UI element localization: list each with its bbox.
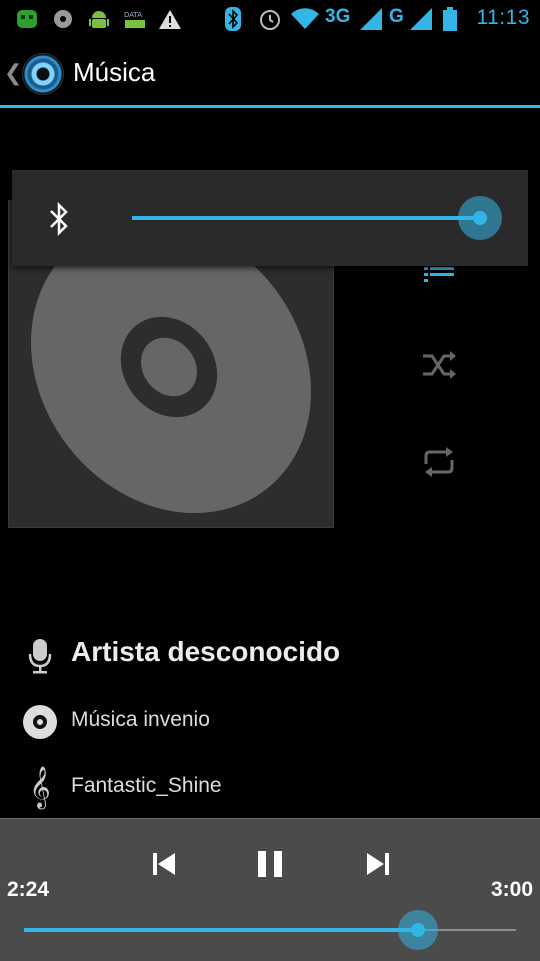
android-debug-icon: [88, 8, 110, 30]
playback-panel: 2:24 3:00: [0, 818, 540, 961]
data-icon: DATA: [122, 8, 148, 30]
track-title: Fantastic_Shine: [71, 774, 222, 797]
seek-bar-thumb[interactable]: [410, 923, 425, 937]
status-bar: DATA 3G G 11:13: [0, 0, 540, 38]
battery-icon: [442, 7, 458, 31]
network-type-2: G: [389, 6, 404, 27]
treble-clef-icon: 𝄞: [29, 767, 51, 808]
action-bar: ❮ Música: [0, 38, 540, 106]
artist-row: Artista desconocido: [0, 630, 540, 678]
volume-slider-thumb[interactable]: [473, 211, 487, 225]
album-row: Música invenio: [0, 696, 540, 744]
volume-panel: [12, 170, 528, 266]
page-title: Música: [73, 57, 156, 87]
wifi-icon: [290, 8, 320, 30]
elapsed-time: 2:24: [7, 878, 50, 901]
signal-icon: [410, 8, 434, 30]
clock: 11:13: [476, 6, 530, 29]
queue-icon[interactable]: [422, 265, 456, 285]
previous-icon[interactable]: [144, 847, 184, 881]
network-type-1: 3G: [325, 6, 351, 27]
pause-icon[interactable]: [250, 847, 290, 881]
repeat-icon[interactable]: [420, 444, 458, 485]
volume-slider-track[interactable]: [132, 216, 486, 220]
android-icon: [14, 8, 40, 30]
title-row: 𝄞 Fantastic_Shine: [0, 762, 540, 810]
seek-bar-progress: [24, 928, 418, 932]
bluetooth-icon: [48, 201, 70, 241]
settings-icon: [52, 8, 74, 30]
disc-icon: [22, 704, 58, 740]
svg-text:DATA: DATA: [124, 11, 142, 19]
artist-name: Artista desconocido: [71, 636, 341, 667]
back-chevron-icon[interactable]: ❮: [4, 60, 22, 86]
total-duration: 3:00: [490, 878, 533, 901]
album-name: Música invenio: [71, 708, 210, 731]
next-icon[interactable]: [358, 847, 398, 881]
shuffle-icon[interactable]: [420, 346, 458, 389]
action-bar-divider: [0, 105, 540, 108]
bluetooth-icon: [224, 7, 242, 31]
alarm-icon: [258, 8, 282, 30]
warning-icon: [158, 8, 182, 30]
music-app-icon[interactable]: [22, 53, 64, 95]
microphone-icon: [22, 638, 58, 674]
signal-icon: [360, 8, 384, 30]
